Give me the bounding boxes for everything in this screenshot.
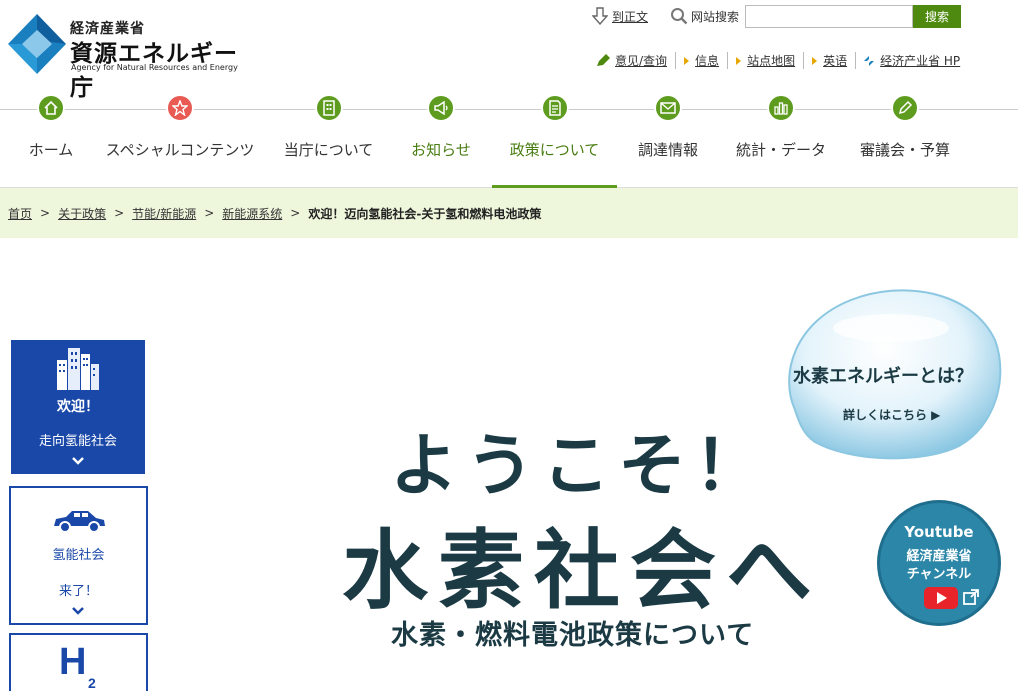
chevron-down-icon xyxy=(72,607,84,615)
breadcrumb-current: 欢迎！迈向氢能社会-关于氢和燃料电池政策 xyxy=(308,206,542,221)
search-label-text: 网站搜索 xyxy=(691,9,740,24)
jump-to-content-link[interactable]: 到正文 xyxy=(592,7,648,25)
search-button[interactable]: 搜索 xyxy=(913,4,962,28)
breadcrumb-energy-saving[interactable]: 节能/新能源 xyxy=(132,205,196,222)
nav-item-council-budget[interactable]: 審議会・予算 xyxy=(856,94,954,188)
side-menu-h2[interactable]: H 2 xyxy=(9,633,148,691)
english-label: 英语 xyxy=(823,54,848,68)
search-input[interactable] xyxy=(745,4,914,28)
sitemap-link[interactable]: 站点地图 xyxy=(727,52,803,69)
pencil-icon xyxy=(597,53,610,66)
breadcrumb-policy[interactable]: 关于政策 xyxy=(58,205,106,222)
nav-item-procurement[interactable]: 調達情報 xyxy=(632,94,704,188)
bar-chart-icon xyxy=(767,94,795,122)
logo-mark-icon xyxy=(8,14,66,74)
hero-title: 水素社会へ xyxy=(342,521,822,621)
nav-item-about-agency[interactable]: 当庁について xyxy=(280,94,377,188)
side-menu-welcome[interactable]: 欢迎！ 走向氢能社会 xyxy=(11,340,145,474)
h2-symbol: H xyxy=(59,641,87,683)
side-menu-welcome-line1: 欢迎！ xyxy=(57,399,99,415)
utility-bar: 到正文 网站搜索 搜索 xyxy=(592,4,962,28)
pencil-icon xyxy=(891,94,919,122)
hero-subtitle: 水素・燃料電池政策について xyxy=(391,620,755,651)
hero-welcome: ようこそ！ xyxy=(390,427,771,506)
nav-item-home[interactable]: ホーム xyxy=(18,94,84,188)
triangle-right-icon xyxy=(736,56,742,65)
nav-label-about-agency: 当庁について xyxy=(283,141,374,159)
meti-hp-label: 经济产业省 HP xyxy=(880,54,961,68)
triangle-right-icon xyxy=(684,56,690,65)
nav-item-policy[interactable]: 政策について xyxy=(492,94,617,188)
bubble-title: 水素エネルギーとは？ xyxy=(793,366,973,387)
arrow-down-icon xyxy=(592,7,608,25)
info-link[interactable]: 信息 xyxy=(675,52,727,69)
jump-to-content-label: 到正文 xyxy=(612,9,649,24)
car-icon xyxy=(54,511,105,533)
side-menu-hydrogen-line2: 来了！ xyxy=(58,584,98,599)
nav-label-policy: 政策について xyxy=(509,141,600,159)
triangle-right-icon xyxy=(812,56,818,65)
nav-label-statistics: 統計・データ xyxy=(735,141,826,159)
h2-subscript: 2 xyxy=(88,675,96,691)
breadcrumb-home[interactable]: 首页 xyxy=(8,205,32,222)
home-icon xyxy=(37,94,65,122)
nav-item-statistics[interactable]: 統計・データ xyxy=(734,94,828,188)
feedback-label: 意见/查询 xyxy=(615,54,668,68)
document-icon xyxy=(540,94,569,122)
utility-links: 意见/查询 信息 站点地图 英语 经济产业省 HP xyxy=(595,52,968,69)
bubble-link[interactable]: 詳しくはこちら ▶ xyxy=(843,406,940,423)
breadcrumb-separator: > xyxy=(204,206,215,220)
external-link-icon xyxy=(963,589,979,605)
info-label: 信息 xyxy=(695,54,720,68)
site-logo[interactable]: 経済産業省 資源エネルギー庁 Agency for Natural Resour… xyxy=(8,14,248,101)
youtube-play-icon xyxy=(924,587,958,609)
youtube-label: Youtube xyxy=(904,523,974,541)
english-link[interactable]: 英语 xyxy=(803,52,855,69)
hydrogen-energy-bubble[interactable]: 水素エネルギーとは？ 詳しくはこちら ▶ xyxy=(781,282,1003,462)
nav-label-news: お知らせ xyxy=(411,141,471,159)
youtube-channel-label: チャンネル xyxy=(906,567,972,582)
megaphone-icon xyxy=(427,94,455,122)
search-label: 网站搜索 xyxy=(670,7,739,25)
star-icon xyxy=(166,94,194,122)
chevron-down-icon xyxy=(72,457,84,465)
global-nav: ホーム スペシャルコンテンツ 当庁について お知らせ 政策について 調達情報 統… xyxy=(0,90,1018,188)
side-menu-welcome-line2: 走向氢能社会 xyxy=(38,434,117,449)
youtube-ministry-label: 経済産業省 xyxy=(906,549,972,564)
breadcrumb-separator: > xyxy=(40,206,51,220)
meti-hp-link[interactable]: 经济产业省 HP xyxy=(855,52,968,69)
breadcrumb-separator: > xyxy=(114,206,125,220)
nav-item-special-contents[interactable]: スペシャルコンテンツ xyxy=(103,94,257,188)
meti-logo-icon xyxy=(864,55,875,66)
nav-label-special-contents: スペシャルコンテンツ xyxy=(105,141,255,159)
feedback-link[interactable]: 意见/查询 xyxy=(595,52,675,69)
search-icon xyxy=(671,8,688,25)
sitemap-label: 站点地图 xyxy=(747,54,796,68)
breadcrumb-new-energy-system[interactable]: 新能源系统 xyxy=(222,205,282,222)
envelope-icon xyxy=(654,94,682,122)
building-icon xyxy=(314,94,343,122)
city-buildings-icon xyxy=(57,348,99,390)
side-menu-hydrogen-line1: 氢能社会 xyxy=(52,548,105,563)
breadcrumb: 首页 > 关于政策 > 节能/新能源 > 新能源系统 > 欢迎！迈向氢能社会-关… xyxy=(0,188,1018,238)
nav-label-home: ホーム xyxy=(28,141,74,159)
agency-name-english: Agency for Natural Resources and Energy xyxy=(71,63,238,72)
youtube-channel-button[interactable]: Youtube 経済産業省 チャンネル xyxy=(877,500,1001,626)
breadcrumb-separator: > xyxy=(290,206,301,220)
nav-item-news[interactable]: お知らせ xyxy=(405,94,477,188)
nav-label-procurement: 調達情報 xyxy=(637,141,698,159)
nav-label-council-budget: 審議会・予算 xyxy=(859,141,950,159)
side-menu-hydrogen-society[interactable]: 氢能社会 来了！ xyxy=(9,486,148,625)
